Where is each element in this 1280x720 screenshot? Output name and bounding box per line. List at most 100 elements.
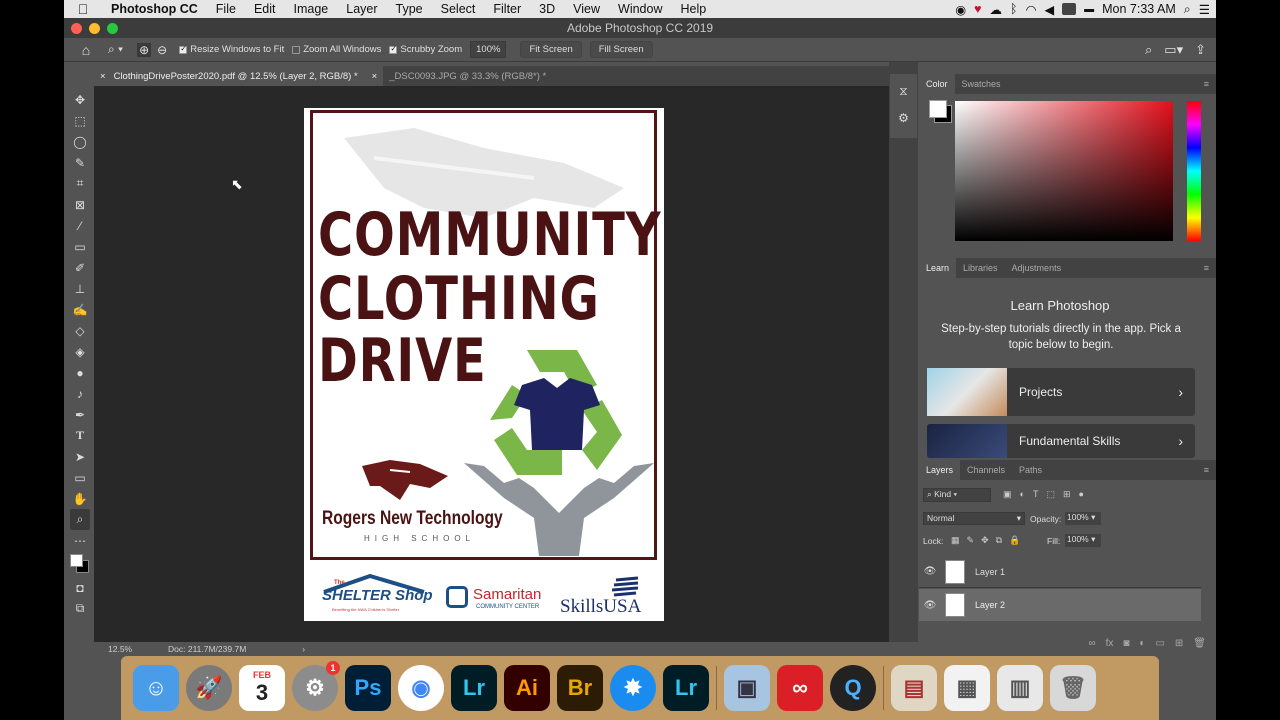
tab-color[interactable]: Color <box>919 74 955 94</box>
creative-cloud-icon[interactable]: ☁ <box>990 2 1003 17</box>
learn-card-projects[interactable]: Projects › <box>927 368 1195 416</box>
color-field[interactable] <box>955 101 1173 241</box>
search-icon[interactable]: ⌕ <box>1145 42 1152 58</box>
screen-mode-icon[interactable]: ⧉ <box>70 598 90 619</box>
eyedropper-tool-icon[interactable]: ⁄ <box>70 215 90 236</box>
record-icon[interactable]: ◉ <box>955 2 966 17</box>
illustrator-icon[interactable]: Ai <box>504 665 550 711</box>
panel-menu-icon[interactable]: ≡ <box>1197 79 1216 89</box>
layer-name[interactable]: Layer 1 <box>975 567 1005 577</box>
tab-libraries[interactable]: Libraries <box>956 263 1005 273</box>
menu-file[interactable]: File <box>207 2 245 16</box>
learn-card-fundamental-skills[interactable]: Fundamental Skills › <box>927 424 1195 458</box>
status-arrow-icon[interactable]: › <box>302 644 305 654</box>
menu-select[interactable]: Select <box>432 2 485 16</box>
home-icon[interactable]: ⌂ <box>64 42 108 58</box>
path-selection-tool-icon[interactable]: ➤ <box>70 446 90 467</box>
pixel-filter-icon[interactable]: ▣ <box>1003 489 1012 500</box>
wifi-icon[interactable]: ◠ <box>1026 2 1037 17</box>
chrome-icon[interactable]: ◉ <box>398 665 444 711</box>
layer-filter-kind[interactable]: ⌕ Kind ▾ <box>923 488 991 502</box>
properties-panel-icon[interactable]: ⚙ <box>898 111 909 125</box>
menubar-clock[interactable]: Mon 7:33 AM <box>1102 2 1176 16</box>
menu-view[interactable]: View <box>564 2 609 16</box>
zoom-percent-field[interactable]: 100% <box>470 41 507 58</box>
poster-document[interactable]: COMMUNITY CLOTHING DRIVE Rogers New Tech… <box>304 108 664 621</box>
system-preferences-icon[interactable]: ⚙ 1 <box>292 661 340 711</box>
resize-windows-option[interactable]: Resize Windows to Fit <box>179 44 284 55</box>
fill-screen-button[interactable]: Fill Screen <box>589 41 653 58</box>
healing-brush-tool-icon[interactable]: ▭ <box>70 236 90 257</box>
tab-learn[interactable]: Learn <box>919 258 957 278</box>
window-close-button[interactable] <box>71 23 82 34</box>
launchpad-icon[interactable]: 🚀 <box>186 665 232 711</box>
tab-close-icon[interactable]: × <box>372 71 378 82</box>
scrubby-zoom-checkbox[interactable] <box>389 44 398 54</box>
filter-toggle-icon[interactable]: ● <box>1079 489 1084 500</box>
brush-tool-icon[interactable]: ✐ <box>70 257 90 278</box>
document-stack-icon[interactable]: ▦ <box>944 665 990 711</box>
resize-windows-checkbox[interactable] <box>179 44 188 54</box>
zoom-all-checkbox[interactable] <box>292 45 301 54</box>
workspace-icon[interactable]: ▭▾ <box>1164 42 1183 58</box>
status-zoom[interactable]: 12.5% <box>108 644 168 654</box>
edit-toolbar-icon[interactable]: ⋯ <box>70 530 90 551</box>
menu-3d[interactable]: 3D <box>530 2 564 16</box>
quick-mask-icon[interactable]: ◘ <box>70 577 90 598</box>
window-minimize-button[interactable] <box>89 23 100 34</box>
zoom-tool-preset-icon[interactable]: ⌕ ▾ <box>108 42 123 57</box>
share-icon[interactable]: ⇪ <box>1195 42 1206 58</box>
shape-filter-icon[interactable]: ⬚ <box>1046 489 1055 500</box>
menu-image[interactable]: Image <box>285 2 338 16</box>
menu-type[interactable]: Type <box>387 2 432 16</box>
menu-layer[interactable]: Layer <box>337 2 386 16</box>
menu-window[interactable]: Window <box>609 2 671 16</box>
clone-stamp-tool-icon[interactable]: ⊥ <box>70 278 90 299</box>
lock-position-icon[interactable]: ✥ <box>981 535 989 546</box>
safari-icon[interactable]: ✸ <box>610 665 656 711</box>
crop-tool-icon[interactable]: ⌗ <box>70 173 90 194</box>
tab-clothing-drive-poster[interactable]: × ClothingDrivePoster2020.pdf @ 12.5% (L… <box>94 66 384 86</box>
color-swatches[interactable] <box>69 551 91 577</box>
opacity-field[interactable]: 100% ▾ <box>1065 512 1101 525</box>
tab-channels[interactable]: Channels <box>960 465 1012 475</box>
type-filter-icon[interactable]: T <box>1033 489 1039 500</box>
eraser-tool-icon[interactable]: ◇ <box>70 320 90 341</box>
zoom-out-icon[interactable]: ⊖ <box>157 43 167 57</box>
downloads-stack-icon[interactable]: ▤ <box>891 665 937 711</box>
screenshot-stack-icon[interactable]: ▥ <box>997 665 1043 711</box>
dodge-tool-icon[interactable]: ♪ <box>70 383 90 404</box>
notification-center-icon[interactable]: ☰ <box>1199 2 1210 17</box>
lightroom-icon[interactable]: Lr <box>663 665 709 711</box>
lightroom-classic-icon[interactable]: Lr <box>451 665 497 711</box>
layer-row[interactable]: 👁 Layer 1 <box>919 556 1201 588</box>
layer-row-selected[interactable]: 👁 Layer 2 <box>919 589 1201 621</box>
paint-bucket-tool-icon[interactable]: ◈ <box>70 341 90 362</box>
tab-adjustments[interactable]: Adjustments <box>1005 263 1069 273</box>
layer-name[interactable]: Layer 2 <box>975 600 1005 610</box>
fx-icon[interactable]: fx <box>1106 638 1114 649</box>
quicktime-icon[interactable]: Q <box>830 665 876 711</box>
visibility-eye-icon[interactable]: 👁 <box>919 600 941 611</box>
new-layer-icon[interactable]: ⊞ <box>1175 638 1183 649</box>
color-fg-swatch[interactable] <box>929 100 947 118</box>
history-brush-tool-icon[interactable]: ✍ <box>70 299 90 320</box>
calendar-icon[interactable]: FEB 3 <box>239 665 285 711</box>
marquee-tool-icon[interactable]: ⬚ <box>70 110 90 131</box>
fit-screen-button[interactable]: Fit Screen <box>520 41 582 58</box>
tab-dsc0093[interactable]: _DSC0093.JPG @ 33.3% (RGB/8*) * <box>383 66 552 86</box>
tab-swatches[interactable]: Swatches <box>955 79 1008 89</box>
trash-icon[interactable]: 🗑 <box>1193 638 1206 649</box>
scrubby-zoom-option[interactable]: Scrubby Zoom <box>389 44 462 55</box>
quick-selection-tool-icon[interactable]: ✎ <box>70 152 90 173</box>
add-mask-icon[interactable]: ◙ <box>1123 638 1129 649</box>
fill-field[interactable]: 100% ▾ <box>1065 534 1101 547</box>
new-group-icon[interactable]: ▭ <box>1155 638 1164 649</box>
history-panel-icon[interactable]: ⧖ <box>899 84 907 99</box>
creative-cloud-icon[interactable]: ∞ <box>777 665 823 711</box>
apple-menu-icon[interactable]:  <box>64 1 102 17</box>
new-adjustment-icon[interactable]: ◐ <box>1139 638 1145 649</box>
zoom-in-icon[interactable]: ⊕ <box>137 42 152 57</box>
photoshop-icon[interactable]: Ps <box>345 665 391 711</box>
hue-slider[interactable] <box>1187 101 1201 241</box>
